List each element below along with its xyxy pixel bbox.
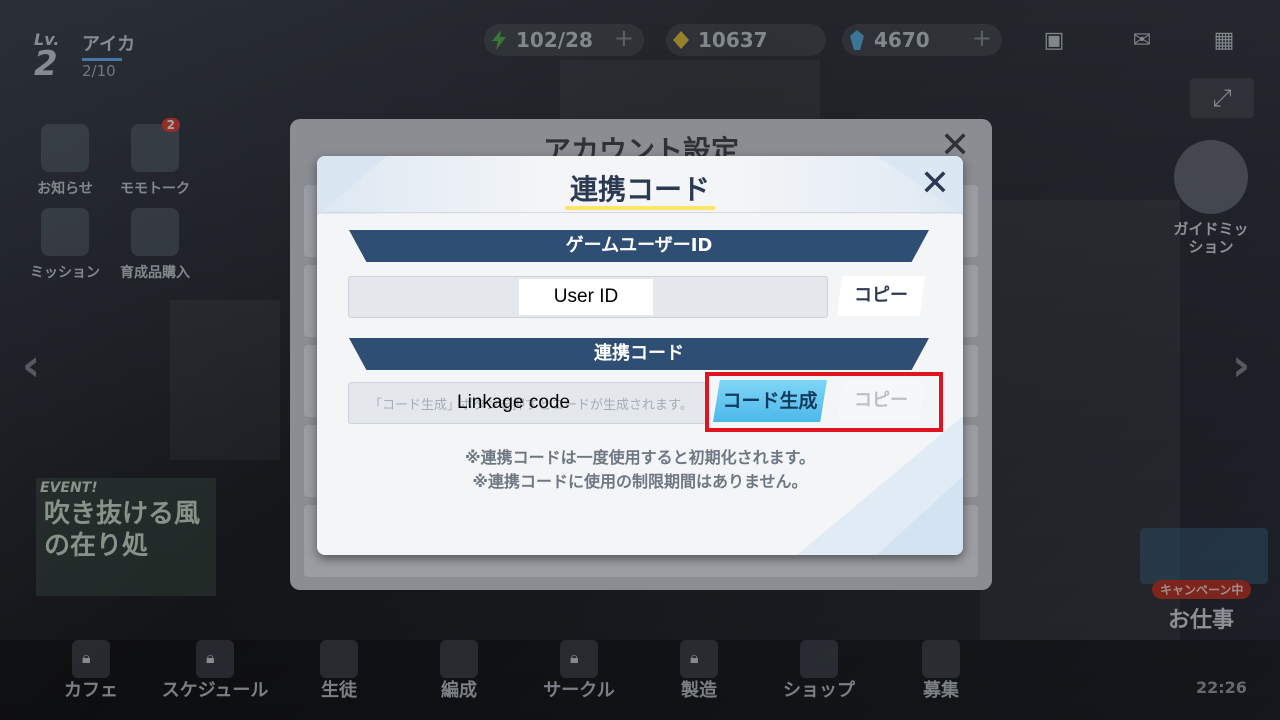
user-id-field: User ID <box>348 276 828 318</box>
linkage-code-dialog: 連携コード ✕ ゲームユーザーID User ID コピー 連携コード 「コード… <box>317 156 963 555</box>
user-id-value: User ID <box>519 279 653 315</box>
linkage-code-header: 連携コード <box>349 338 929 370</box>
dialog-title: 連携コード <box>569 173 710 206</box>
section-label: 連携コード <box>594 343 684 364</box>
copy-user-id-button[interactable]: コピー <box>837 276 925 316</box>
highlight-annotation <box>705 372 943 432</box>
close-icon[interactable]: ✕ <box>917 164 953 204</box>
divider <box>317 212 963 213</box>
title-underline <box>565 206 715 210</box>
dialog-notes: ※連携コードは一度使用すると初期化されます。 ※連携コードに使用の制限期間はあり… <box>317 446 963 494</box>
note-line: ※連携コードは一度使用すると初期化されます。 <box>465 448 815 467</box>
linkage-code-value: Linkage code <box>457 392 571 413</box>
game-user-id-header: ゲームユーザーID <box>349 230 929 262</box>
section-label: ゲームユーザーID <box>565 235 713 256</box>
note-line: ※連携コードに使用の制限期間はありません。 <box>472 472 808 491</box>
